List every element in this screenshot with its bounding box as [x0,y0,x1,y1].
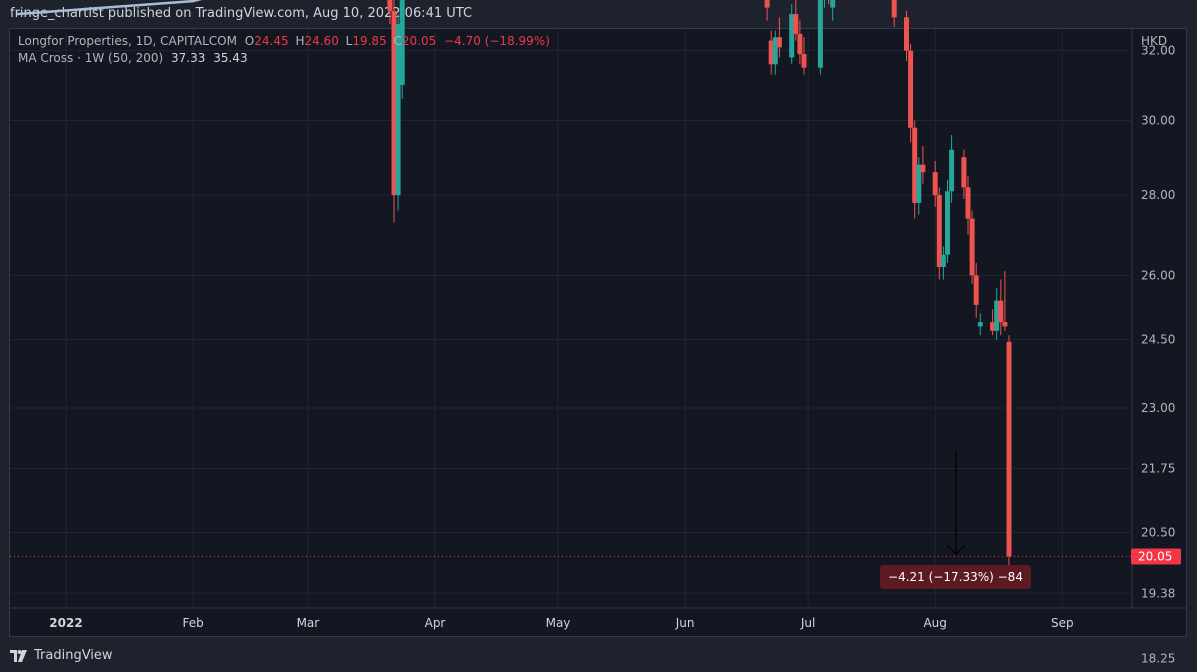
candle [764,0,770,21]
time-tick-label: Apr [425,616,446,630]
candle-body [961,157,967,188]
time-tick-label: Aug [923,616,946,630]
candle-body [387,0,393,11]
price-tick-label: 28.00 [1141,188,1175,202]
candle [789,4,795,65]
candles [387,0,1012,568]
candle-body [776,37,782,48]
brand-name: TradingView [34,648,113,663]
candle-body [920,164,926,173]
price-tick-label: 30.00 [1141,113,1175,127]
price-tick-label: 24.50 [1141,333,1175,347]
candle-body [969,218,975,276]
legend: Longfor Properties, 1D, CAPITALCOM O24.4… [18,33,550,67]
candle [1006,335,1012,568]
candle-body [940,254,946,268]
candle-body [908,50,914,128]
tradingview-icon [10,649,27,662]
candle-body [998,300,1004,323]
time-tick-label: May [546,616,571,630]
price-tick-label: 32.00 [1141,44,1175,58]
price-tick-label: 21.75 [1141,461,1175,475]
legend-open-value: 24.45 [254,34,289,48]
price-tick-label: 20.50 [1141,525,1175,539]
candle-body [764,0,770,8]
time-tick-label: Mar [297,616,320,630]
time-axis: 2022 Feb Mar Apr May Jun Jul Aug Sep [49,616,1073,630]
time-tick-label: Jul [800,616,815,630]
price-tick-label: 26.00 [1141,268,1175,282]
legend-high-value: 24.60 [304,34,339,48]
candle-body [817,0,823,68]
last-price-label: 20.05 [1138,550,1172,564]
legend-ma-value-slow: 35.43 [213,51,248,65]
moving-averages [16,0,203,16]
legend-ma-row: MA Cross · 1W (50, 200) 37.33 35.43 [18,50,550,67]
footer: TradingView [0,640,1197,672]
legend-symbol: Longfor Properties, 1D, CAPITALCOM [18,34,237,48]
legend-close-value: 20.05 [401,34,437,48]
time-tick-label: Sep [1051,616,1074,630]
candle-body [904,17,909,51]
measure-label: −4.21 (−17.33%) −84 [888,570,1023,584]
candle-body [1006,341,1012,557]
legend-low-value: 19.85 [352,34,387,48]
candle [977,313,983,336]
time-tick-label: 2022 [49,616,82,630]
ma-slow-line [16,0,203,16]
overlay: 20.05 −4.21 (−17.33%) −84 [10,452,1181,589]
price-tick-label: 23.00 [1141,401,1175,415]
legend-symbol-row: Longfor Properties, 1D, CAPITALCOM O24.4… [18,33,550,50]
candle [817,0,823,75]
price-chart[interactable]: HKD48.0044.0040.0036.0034.0032.0030.0028… [0,0,1197,672]
price-tick-label: 19.38 [1141,586,1175,600]
legend-close-label: C [393,34,402,48]
legend-ma-value-fast: 37.33 [171,51,206,65]
candle-body [977,322,983,327]
candle [945,179,950,263]
legend-ma-label: MA Cross · 1W (50, 200) [18,51,164,65]
candle [908,43,914,143]
candle-body [830,0,836,8]
candle [891,0,897,28]
time-tick-label: Feb [182,616,203,630]
candle-body [1002,322,1008,327]
candle-body [932,172,938,196]
candle-body [949,149,955,192]
candle-body [797,33,803,55]
candle [969,210,975,284]
grid-lines [10,29,1186,659]
candle-body [891,0,897,18]
candle-body [965,187,971,219]
candle-body [945,191,950,255]
candle [772,30,778,75]
candle-body [801,54,807,68]
time-tick-label: Jun [675,616,695,630]
candle-body [973,275,979,305]
candle [830,0,836,21]
tradingview-logo[interactable]: TradingView [10,648,113,663]
legend-change: −4.70 (−18.99%) [444,34,550,48]
legend-open-label: O [244,34,255,48]
candle-body [793,14,799,34]
price-axis: HKD48.0044.0040.0036.0034.0032.0030.0028… [1141,34,1175,665]
